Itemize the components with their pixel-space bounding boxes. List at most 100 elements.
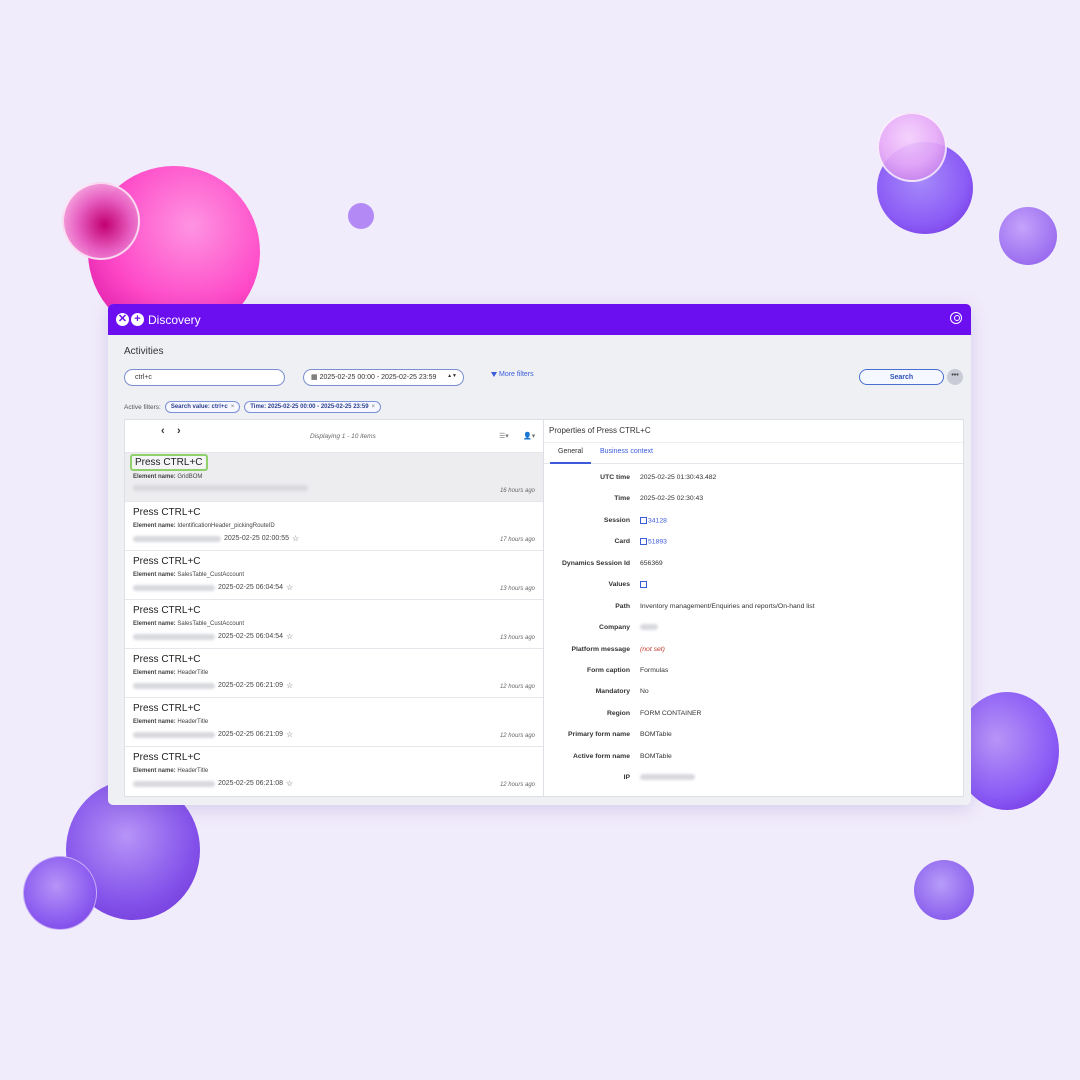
property-row: Session 34128 — [544, 517, 963, 529]
activity-title: Press CTRL+C — [130, 454, 208, 471]
redacted-user — [133, 485, 308, 491]
top-bar: ✕ + Discovery — [108, 304, 971, 335]
redacted-value — [640, 774, 695, 781]
property-value: 656369 — [640, 560, 663, 567]
values-link[interactable] — [640, 581, 648, 588]
date-range-value: 2025-02-25 00:00 - 2025-02-25 23:59 — [319, 374, 437, 381]
content-panel: ‹ › Displaying 1 - 10 items ☰▾ 👤▾ Press … — [124, 419, 964, 797]
more-filters-link[interactable]: More filters — [491, 371, 534, 378]
star-icon[interactable]: ☆ — [286, 632, 293, 641]
row-meta: 2025-02-25 06:04:54 ☆ — [133, 583, 293, 592]
property-value: BOMTable — [640, 731, 672, 738]
property-value: No — [640, 688, 649, 695]
property-label: Dynamics Session Id — [562, 560, 630, 567]
redacted-value — [640, 624, 658, 631]
property-value: Formulas — [640, 667, 669, 674]
list-item[interactable]: Press CTRL+C Element name: HeaderTitle 2… — [125, 746, 543, 796]
element-name-label: Element name: — [133, 670, 176, 676]
filter-icon — [491, 371, 497, 377]
property-label: Region — [606, 710, 630, 717]
property-label: Form caption — [586, 667, 630, 674]
time-ago: 12 hours ago — [499, 684, 535, 690]
redacted-user — [133, 633, 215, 640]
list-item[interactable]: Press CTRL+C Element name: HeaderTitle 2… — [125, 697, 543, 747]
property-label: IP — [623, 774, 630, 781]
filter-chip[interactable]: Time: 2025-02-25 00:00 - 2025-02-25 23:5… — [244, 401, 382, 413]
decorative-bubble — [62, 182, 140, 260]
user-icon[interactable] — [950, 312, 962, 324]
time-ago: 16 hours ago — [499, 488, 535, 494]
star-icon[interactable]: ☆ — [286, 730, 293, 739]
row-meta: 2025-02-25 06:21:08 ☆ — [133, 779, 293, 788]
more-options-button[interactable]: ••• — [947, 369, 963, 385]
more-filters-label: More filters — [499, 371, 534, 378]
row-meta: 2025-02-25 02:00:55 ☆ — [133, 534, 299, 543]
list-item[interactable]: Press CTRL+C Element name: SalesTable_Cu… — [125, 550, 543, 600]
redacted-user — [133, 682, 215, 689]
property-row: Path Inventory management/Enquiries and r… — [544, 603, 963, 615]
active-filters-label: Active filters: — [124, 403, 161, 411]
property-label: Company — [599, 624, 630, 631]
property-label: UTC time — [600, 474, 630, 481]
row-meta: 2025-02-25 06:04:54 ☆ — [133, 632, 293, 641]
sort-user-icon[interactable]: 👤▾ — [523, 432, 535, 440]
list-header: ‹ › Displaying 1 - 10 items ☰▾ 👤▾ — [125, 420, 543, 452]
property-row: Active form name BOMTable — [544, 753, 963, 765]
property-row: Time 2025-02-25 02:30:43 — [544, 495, 963, 507]
property-value: FORM CONTAINER — [640, 710, 702, 717]
card-link[interactable]: 51893 — [640, 538, 667, 545]
activity-title: Press CTRL+C — [133, 556, 201, 567]
active-filters: Active filters: Search value: ctrl+c × Ti… — [124, 401, 382, 413]
chip-close-icon[interactable]: × — [372, 404, 376, 410]
activity-list: ‹ › Displaying 1 - 10 items ☰▾ 👤▾ Press … — [125, 420, 544, 796]
session-link[interactable]: 34128 — [640, 517, 667, 524]
property-value: BOMTable — [640, 753, 672, 760]
session-value: 34128 — [648, 517, 667, 525]
element-name-value: SalesTable_CustAccount — [177, 621, 245, 627]
star-icon[interactable]: ☆ — [286, 779, 293, 788]
redacted-user — [133, 780, 215, 787]
activity-title: Press CTRL+C — [133, 605, 201, 616]
activity-title: Press CTRL+C — [133, 654, 201, 665]
star-icon[interactable]: ☆ — [292, 534, 299, 543]
element-name: Element name: HeaderTitle — [133, 768, 208, 774]
activity-time: 2025-02-25 06:04:54 — [218, 633, 283, 640]
chevron-right-icon[interactable]: › — [177, 425, 181, 437]
list-item[interactable]: Press CTRL+C Element name: GridBOM 16 ho… — [125, 452, 543, 502]
tab-business-context[interactable]: Business context — [600, 448, 653, 455]
list-view-icon[interactable]: ☰▾ — [499, 432, 509, 440]
displaying-count: Displaying 1 - 10 items — [310, 433, 376, 440]
activity-title: Press CTRL+C — [133, 507, 201, 518]
chip-close-icon[interactable]: × — [231, 404, 235, 410]
tab-general[interactable]: General — [550, 448, 591, 464]
star-icon[interactable]: ☆ — [286, 583, 293, 592]
time-ago: 12 hours ago — [499, 733, 535, 739]
list-item[interactable]: Press CTRL+C Element name: HeaderTitle 2… — [125, 648, 543, 698]
properties-tabs: General Business context — [544, 442, 963, 464]
property-label: Platform message — [571, 646, 630, 653]
activity-title: Press CTRL+C — [133, 752, 201, 763]
close-icon: ✕ — [116, 313, 129, 326]
chevron-left-icon[interactable]: ‹ — [161, 425, 165, 437]
search-button[interactable]: Search — [859, 369, 944, 385]
element-name-value: SalesTable_CustAccount — [177, 572, 245, 578]
property-row: UTC time 2025-02-25 01:30:43.482 — [544, 474, 963, 486]
element-name-label: Element name: — [133, 572, 176, 578]
property-row: Platform message (not set) — [544, 646, 963, 658]
element-name-label: Element name: — [133, 523, 176, 529]
decorative-bubble — [999, 207, 1057, 265]
list-item[interactable]: Press CTRL+C Element name: SalesTable_Cu… — [125, 599, 543, 649]
date-range-input[interactable]: ▦ 2025-02-25 00:00 - 2025-02-25 23:59 ▲▼ — [303, 369, 464, 386]
list-item[interactable]: Press CTRL+C Element name: Identificatio… — [125, 501, 543, 551]
chevron-down-icon[interactable]: ▲▼ — [447, 368, 457, 384]
property-label: Primary form name — [568, 731, 630, 738]
star-icon[interactable]: ☆ — [286, 681, 293, 690]
filter-chip[interactable]: Search value: ctrl+c × — [164, 401, 241, 413]
element-name-label: Element name: — [133, 621, 176, 627]
property-row: Mandatory No — [544, 688, 963, 700]
property-value: 2025-02-25 01:30:43.482 — [640, 474, 717, 481]
search-input[interactable]: ctrl+c — [124, 369, 285, 386]
property-label: Time — [614, 495, 630, 502]
activity-time: 2025-02-25 06:04:54 — [218, 584, 283, 591]
property-row: Card 51893 — [544, 538, 963, 550]
